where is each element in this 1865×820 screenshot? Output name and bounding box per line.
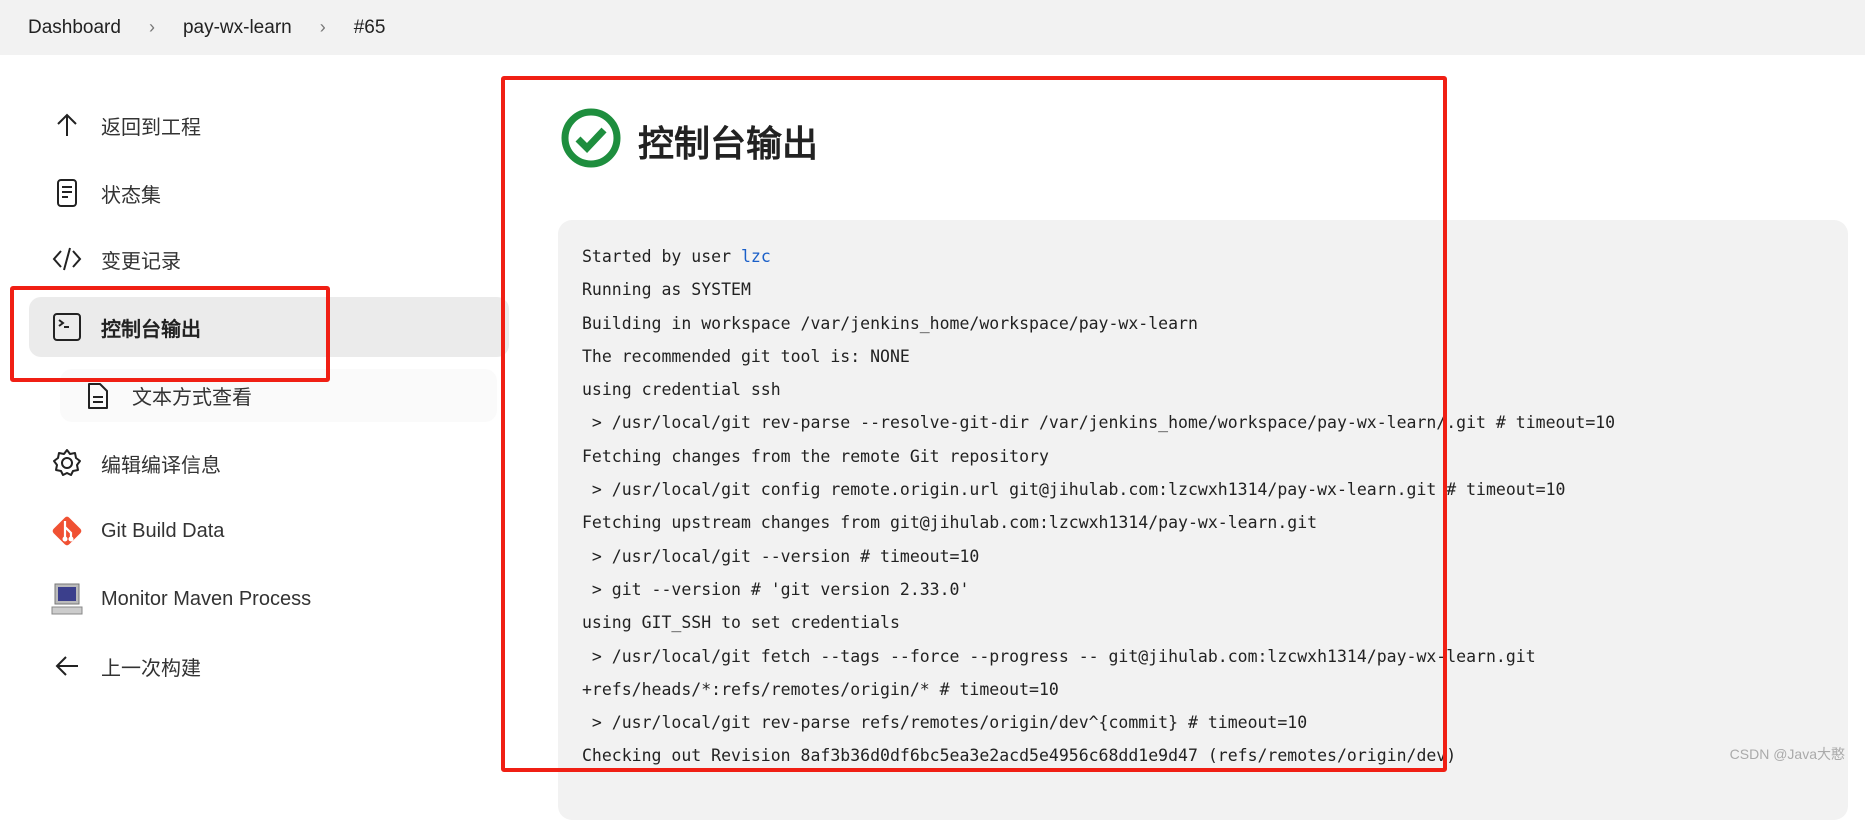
- watermark: CSDN @Java大憨: [1729, 746, 1845, 762]
- page-title: 控制台输出: [638, 122, 819, 164]
- console-line: using credential ssh: [582, 380, 781, 400]
- sidebar-item-label: 文本方式查看: [132, 387, 252, 409]
- console-output: Started by user lzc Running as SYSTEM Buil…: [558, 220, 1848, 820]
- console-line: +refs/heads/*:refs/remotes/origin/* # ti…: [582, 679, 1059, 699]
- sidebar-item-label: Git Build Data: [101, 519, 225, 542]
- console-line: > /usr/local/git --version # timeout=10: [582, 546, 980, 566]
- sidebar-item-git-build-data[interactable]: Git Build Data: [29, 502, 509, 560]
- sidebar-item-label: 编辑编译信息: [101, 454, 221, 477]
- sidebar-item-label: 返回到工程: [101, 116, 201, 139]
- breadcrumb-dashboard[interactable]: Dashboard: [28, 17, 121, 39]
- sidebar-item-label: 控制台输出: [101, 318, 201, 341]
- git-icon: [47, 514, 87, 548]
- breadcrumb-build[interactable]: #65: [354, 17, 386, 39]
- console-line: The recommended git tool is: NONE: [582, 346, 910, 366]
- file-text-icon: [78, 382, 118, 410]
- console-line: Started by user lzc: [582, 247, 771, 266]
- sidebar-item-edit-build-info[interactable]: 编辑编译信息: [29, 434, 509, 492]
- sidebar-item-monitor-maven[interactable]: Monitor Maven Process: [29, 570, 509, 628]
- terminal-icon: [47, 312, 87, 342]
- sidebar-item-previous-build[interactable]: 上一次构建: [29, 637, 509, 695]
- console-line: Fetching changes from the remote Git rep…: [582, 446, 1049, 466]
- arrow-left-icon: [47, 654, 87, 678]
- code-icon: [47, 246, 87, 272]
- console-line: > /usr/local/git rev-parse refs/remotes/…: [582, 713, 1308, 733]
- sidebar-item-back-to-project[interactable]: 返回到工程: [29, 96, 509, 154]
- sidebar-item-label: 状态集: [101, 184, 161, 207]
- sidebar-item-label: 变更记录: [101, 250, 181, 273]
- console-line: > /usr/local/git rev-parse --resolve-git…: [582, 413, 1616, 433]
- monitor-icon: [47, 582, 87, 616]
- console-line: Checking out Revision 8af3b36d0df6bc5ea3…: [582, 746, 1457, 766]
- document-icon: [47, 178, 87, 208]
- page-header: 控制台输出: [560, 107, 818, 174]
- breadcrumb: Dashboard › pay-wx-learn › #65: [0, 0, 1865, 55]
- user-link[interactable]: lzc: [741, 247, 771, 266]
- breadcrumb-job[interactable]: pay-wx-learn: [183, 17, 292, 39]
- sidebar-item-changes[interactable]: 变更记录: [29, 230, 509, 288]
- chevron-right-icon: ›: [319, 17, 326, 37]
- arrow-up-icon: [47, 112, 87, 138]
- console-line: Building in workspace /var/jenkins_home/…: [582, 313, 1198, 333]
- console-line: Running as SYSTEM: [582, 280, 751, 300]
- sidebar-item-label: Monitor Maven Process: [101, 587, 312, 610]
- console-line: > /usr/local/git config remote.origin.ur…: [582, 480, 1566, 500]
- sidebar-item-console-output[interactable]: 控制台输出: [29, 297, 509, 357]
- gear-icon: [47, 448, 87, 478]
- chevron-right-icon: ›: [148, 17, 155, 37]
- console-line: > git --version # 'git version 2.33.0': [582, 579, 970, 599]
- success-check-icon: [560, 107, 622, 174]
- sidebar-item-status[interactable]: 状态集: [29, 164, 509, 222]
- console-line: using GIT_SSH to set credentials: [582, 613, 900, 633]
- console-line: > /usr/local/git fetch --tags --force --…: [582, 646, 1536, 666]
- sidebar-item-view-as-text[interactable]: 文本方式查看: [60, 369, 497, 422]
- console-line: Fetching upstream changes from git@jihul…: [582, 513, 1318, 533]
- sidebar-item-label: 上一次构建: [101, 657, 201, 680]
